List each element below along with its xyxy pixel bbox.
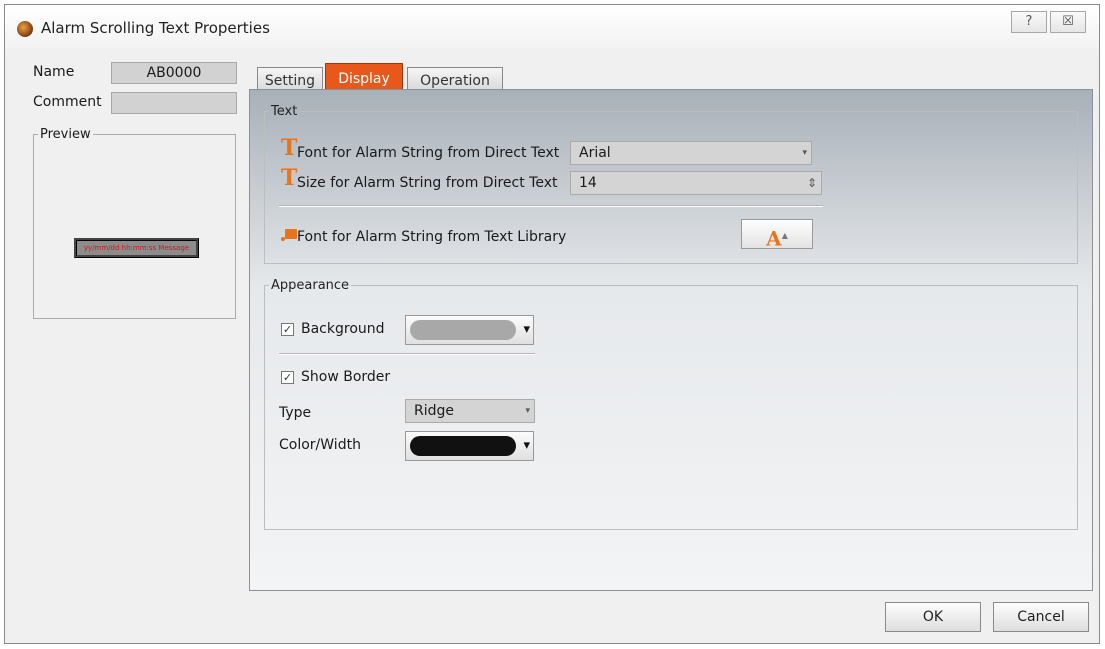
- chevron-down-icon: ▾: [523, 322, 530, 337]
- background-label: Background: [301, 321, 385, 337]
- chevron-down-icon: ▾: [802, 148, 807, 158]
- show-border-checkbox[interactable]: ✓: [281, 371, 294, 384]
- chevron-down-icon: ▾: [525, 406, 530, 416]
- app-icon: [17, 21, 33, 37]
- title-bar: Alarm Scrolling Text Properties ? ☒: [5, 5, 1099, 49]
- show-border-label: Show Border: [301, 369, 391, 385]
- font-library-label: Font for Alarm String from Text Library: [297, 229, 567, 245]
- comment-field[interactable]: [111, 92, 237, 114]
- window-title: Alarm Scrolling Text Properties: [41, 19, 270, 37]
- font-library-button[interactable]: A▲: [741, 219, 813, 251]
- properties-dialog: Alarm Scrolling Text Properties ? ☒ Name…: [4, 4, 1100, 644]
- font-direct-label: Font for Alarm String from Direct Text: [297, 145, 560, 161]
- name-field[interactable]: AB0000: [111, 62, 237, 84]
- font-direct-combo[interactable]: Arial ▾: [570, 141, 812, 165]
- text-library-icon: [281, 229, 297, 241]
- appearance-group: Appearance ✓ Background ▾ ✓ Show Border …: [264, 278, 1078, 530]
- text-divider: [279, 205, 823, 207]
- font-direct-value: Arial: [579, 145, 611, 161]
- text-size-icon: T: [281, 165, 298, 191]
- background-color-swatch: [410, 320, 516, 340]
- size-direct-label: Size for Alarm String from Direct Text: [297, 175, 558, 191]
- display-tab-panel: Text T Font for Alarm String from Direct…: [249, 89, 1093, 591]
- border-type-combo[interactable]: Ridge ▾: [405, 399, 535, 423]
- appearance-divider: [279, 353, 535, 355]
- text-font-icon: T: [281, 135, 298, 161]
- name-label: Name: [33, 64, 75, 80]
- preview-label: Preview: [40, 127, 91, 142]
- border-color-swatch: [410, 436, 516, 456]
- close-button[interactable]: ☒: [1050, 11, 1086, 33]
- spin-arrows-icon: ⇕: [806, 176, 817, 190]
- type-label: Type: [279, 405, 312, 421]
- font-a-icon: A: [766, 226, 782, 251]
- size-direct-spinner[interactable]: 14 ⇕: [570, 171, 822, 195]
- background-checkbox[interactable]: ✓: [281, 323, 294, 336]
- border-color-picker[interactable]: ▾: [405, 431, 534, 461]
- appearance-label: Appearance: [271, 278, 350, 293]
- text-group-label: Text: [271, 104, 298, 119]
- text-group: Text T Font for Alarm String from Direct…: [264, 104, 1078, 264]
- help-button[interactable]: ?: [1011, 11, 1047, 33]
- border-type-value: Ridge: [414, 403, 455, 419]
- cancel-button[interactable]: Cancel: [993, 602, 1089, 632]
- color-width-label: Color/Width: [279, 437, 361, 453]
- preview-group: Preview yy/mm/dd hh:mm:ss Message: [33, 127, 236, 319]
- preview-scrolling-text: yy/mm/dd hh:mm:ss Message: [74, 238, 199, 258]
- ok-button[interactable]: OK: [885, 602, 981, 632]
- background-color-picker[interactable]: ▾: [405, 315, 534, 345]
- comment-label: Comment: [33, 94, 102, 110]
- chevron-down-icon: ▾: [523, 438, 530, 453]
- size-direct-value: 14: [579, 175, 597, 191]
